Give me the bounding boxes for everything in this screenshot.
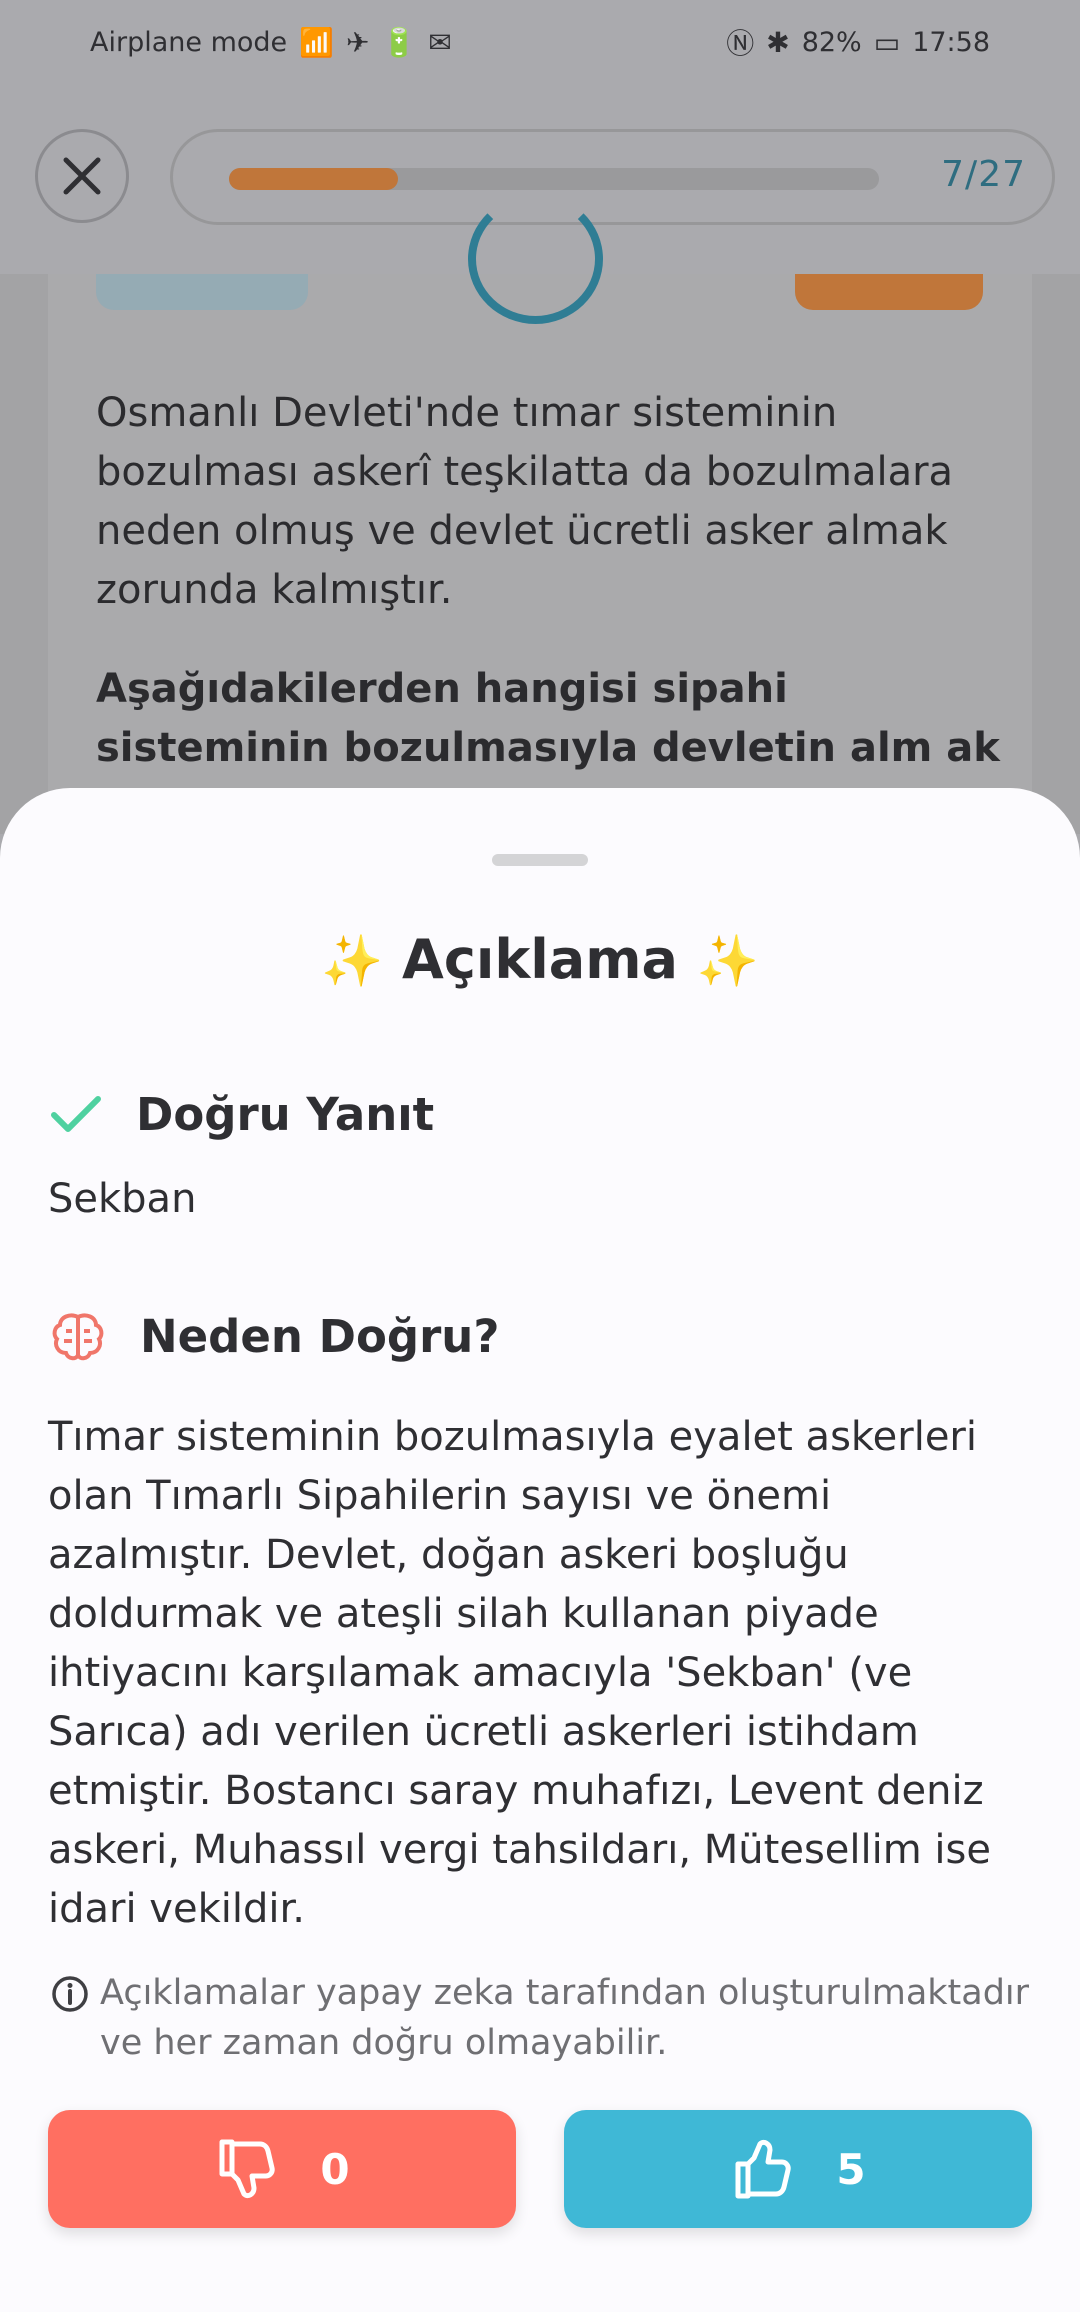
correct-answer-heading: Doğru Yanıt: [50, 1088, 434, 1141]
like-count: 5: [836, 2144, 866, 2194]
clock: 17:58: [912, 26, 990, 58]
progress-track: [229, 168, 879, 190]
status-right: Ⓝ ✱ 82% ▭ 17:58: [726, 22, 990, 62]
airplane-icon: ✈: [346, 25, 370, 59]
question-card: Osmanlı Devleti'nde tımar sisteminin boz…: [48, 194, 1032, 834]
difficulty-pill: [795, 274, 983, 310]
correct-answer-title: Doğru Yanıt: [136, 1088, 435, 1141]
background-edge-left: [0, 274, 48, 834]
question-text: Osmanlı Devleti'nde tımar sisteminin boz…: [96, 390, 954, 613]
timer-ring: [468, 194, 603, 324]
ai-disclaimer: Açıklamalar yapay zeka tarafından oluştu…: [50, 1968, 1030, 2068]
status-bar: Airplane mode 📶 ✈ 🔋 ✉ Ⓝ ✱ 82% ▭ 17:58: [0, 0, 1080, 84]
check-icon: [51, 1095, 101, 1132]
thumbs-up-icon: [735, 2139, 792, 2199]
drag-handle[interactable]: [492, 854, 588, 866]
sparkle-icon: ✨: [320, 932, 384, 990]
like-button[interactable]: 5: [564, 2110, 1032, 2228]
progress-counter: 7/27: [941, 154, 1026, 195]
dislike-count: 0: [320, 2144, 350, 2194]
explanation-text: Tımar sisteminin bozulmasıyla eyalet ask…: [48, 1414, 991, 1932]
thumbs-down-icon: [219, 2139, 276, 2199]
close-button[interactable]: [35, 129, 129, 223]
close-icon: [63, 157, 101, 195]
correct-answer-value: Sekban: [48, 1176, 197, 1222]
wifi-icon: 📶: [299, 25, 335, 59]
battery-icon: ▭: [873, 25, 901, 59]
background-edge-right: [1032, 274, 1080, 834]
nfc-icon: Ⓝ: [726, 27, 755, 60]
explanation-sheet: ✨ Açıklama ✨ Doğru Yanıt Sekban Neden Do…: [0, 788, 1080, 2312]
status-left: Airplane mode 📶 ✈ 🔋 ✉: [90, 26, 452, 59]
brain-icon: [52, 1312, 104, 1360]
progress-indicator: 7/27: [170, 129, 1055, 225]
sheet-title-row: ✨ Açıklama ✨: [0, 928, 1080, 991]
category-pill: [96, 274, 308, 310]
sheet-title: Açıklama: [402, 928, 678, 991]
info-icon: [52, 1976, 88, 2012]
battery-saver-icon: 🔋: [381, 25, 417, 59]
question-prompt: Aşağıdakilerden hangisi sipahi sistemini…: [96, 666, 1000, 771]
disclaimer-text: Açıklamalar yapay zeka tarafından oluştu…: [100, 1973, 1030, 2063]
dislike-button[interactable]: 0: [48, 2110, 516, 2228]
airplane-mode-label: Airplane mode: [90, 26, 288, 58]
progress-fill: [229, 168, 398, 190]
why-correct-heading: Neden Doğru?: [50, 1310, 499, 1363]
why-correct-title: Neden Doğru?: [140, 1310, 500, 1363]
bluetooth-icon: ✱: [766, 25, 790, 59]
battery-percent: 82%: [801, 26, 862, 58]
mail-icon: ✉: [428, 25, 452, 59]
sparkle-icon: ✨: [696, 932, 760, 990]
